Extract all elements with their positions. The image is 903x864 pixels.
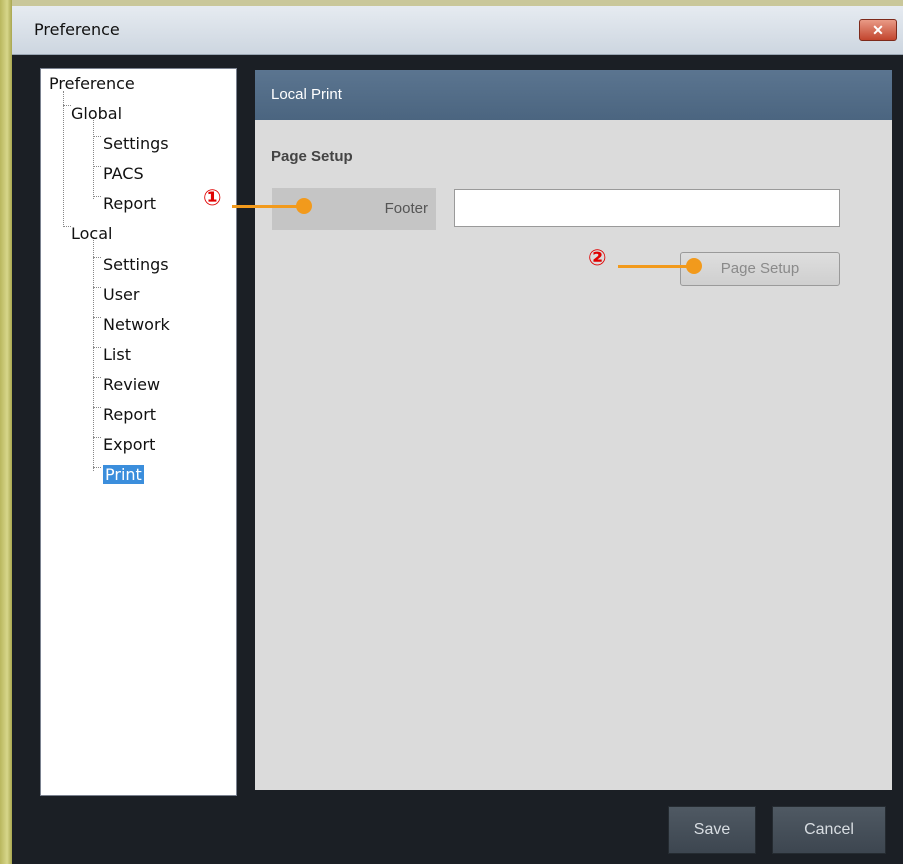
tree-item-label: Local bbox=[71, 224, 113, 243]
tree-item-label: List bbox=[103, 345, 131, 364]
tree-item-local-export[interactable]: Export bbox=[103, 434, 155, 456]
panel-header: Local Print bbox=[255, 70, 892, 120]
tree-item-label: Network bbox=[103, 315, 170, 334]
title-bar: Preference ✕ bbox=[12, 6, 903, 55]
save-button[interactable]: Save bbox=[668, 806, 756, 854]
annotation-dot-1 bbox=[296, 198, 312, 214]
tree-item-label: Print bbox=[103, 465, 144, 484]
tree-item-global-report[interactable]: Report bbox=[103, 193, 156, 215]
window-title: Preference bbox=[34, 20, 120, 39]
tree-item-label: Preference bbox=[49, 74, 135, 93]
annotation-leader-2 bbox=[618, 265, 692, 268]
annotation-dot-2 bbox=[686, 258, 702, 274]
tree-item-local[interactable]: Local bbox=[71, 223, 112, 245]
close-icon: ✕ bbox=[872, 22, 884, 38]
preference-tree: Preference Global Settings PACS Report L… bbox=[40, 68, 237, 796]
footer-label-text: Footer bbox=[384, 200, 428, 217]
tree-item-global-pacs[interactable]: PACS bbox=[103, 163, 144, 185]
tree-item-global-settings[interactable]: Settings bbox=[103, 133, 169, 155]
page-setup-button[interactable]: Page Setup bbox=[680, 252, 840, 286]
tree-item-local-network[interactable]: Network bbox=[103, 314, 170, 336]
annotation-marker-1: ① bbox=[203, 186, 222, 211]
close-button[interactable]: ✕ bbox=[859, 19, 897, 41]
tree-item-local-review[interactable]: Review bbox=[103, 374, 160, 396]
tree-item-preference[interactable]: Preference bbox=[49, 73, 135, 95]
tree-item-label: Global bbox=[71, 104, 123, 123]
cancel-button[interactable]: Cancel bbox=[772, 806, 886, 854]
tree-item-label: PACS bbox=[103, 164, 144, 183]
tree-item-local-user[interactable]: User bbox=[103, 284, 139, 306]
tree-item-local-print[interactable]: Print bbox=[103, 464, 144, 486]
tree-item-label: Report bbox=[103, 194, 157, 213]
section-title: Page Setup bbox=[271, 148, 353, 165]
tree-item-label: Report bbox=[103, 405, 157, 424]
preference-dialog: Preference ✕ Preference Global Settings … bbox=[12, 6, 903, 864]
tree-item-local-settings[interactable]: Settings bbox=[103, 254, 169, 276]
tree-item-local-report[interactable]: Report bbox=[103, 404, 156, 426]
tree-item-label: Review bbox=[103, 375, 161, 394]
annotation-marker-2: ② bbox=[588, 246, 607, 271]
tree-item-global[interactable]: Global bbox=[71, 103, 122, 125]
tree-item-label: Settings bbox=[103, 255, 169, 274]
tree-item-label: Export bbox=[103, 435, 156, 454]
panel-title: Local Print bbox=[271, 86, 342, 103]
footer-input[interactable] bbox=[454, 189, 840, 227]
tree-item-label: Settings bbox=[103, 134, 169, 153]
tree-item-label: User bbox=[103, 285, 140, 304]
tree-item-local-list[interactable]: List bbox=[103, 344, 131, 366]
local-print-panel: Local Print Page Setup Footer Page Setup bbox=[255, 70, 892, 790]
annotation-leader-1 bbox=[232, 205, 302, 208]
desktop-edge bbox=[0, 0, 12, 864]
